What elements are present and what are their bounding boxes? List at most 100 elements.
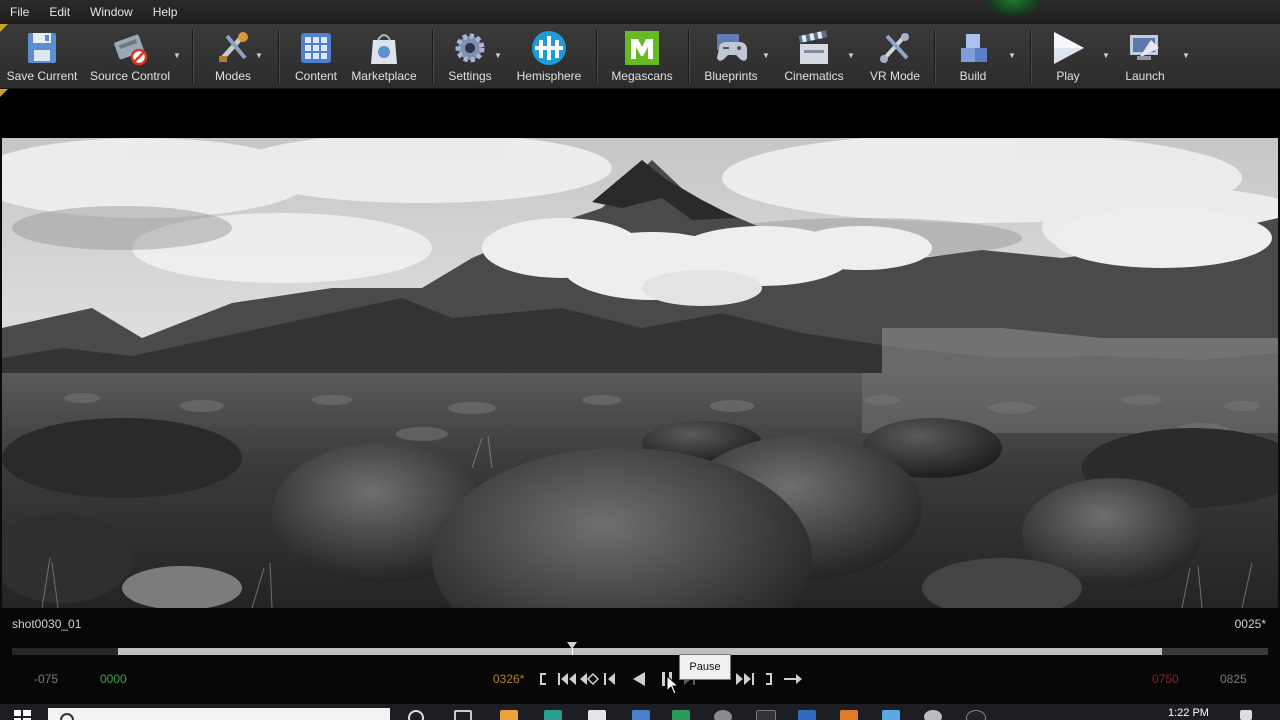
loop-mode-button[interactable] <box>782 667 804 691</box>
blueprint-gamepad-icon <box>711 28 751 68</box>
jump-to-end-button[interactable] <box>734 667 756 691</box>
windows-start-icon[interactable] <box>14 710 32 720</box>
modes-button[interactable]: Modes <box>206 24 260 88</box>
app-icon-blue[interactable] <box>632 710 650 720</box>
search-icon <box>60 713 74 720</box>
megascans-button[interactable]: Megascans <box>606 24 678 88</box>
play-reverse-icon <box>633 672 645 686</box>
cinematic-viewport[interactable] <box>2 138 1278 608</box>
menu-help[interactable]: Help <box>143 0 188 24</box>
floppy-disk-icon <box>22 28 62 68</box>
menu-window[interactable]: Window <box>80 0 143 24</box>
current-frame-label: 0025* <box>1234 617 1266 631</box>
modes-tools-icon <box>213 28 253 68</box>
hemisphere-logo-icon <box>529 28 569 68</box>
app-icon-word[interactable] <box>798 710 816 720</box>
view-start-timecode: -075 <box>34 672 59 686</box>
taskbar-search-box[interactable] <box>48 708 390 720</box>
jump-to-end-icon <box>766 673 772 685</box>
app-icon-white[interactable] <box>588 710 606 720</box>
jump-to-start-icon <box>540 673 546 685</box>
play-dropdown-icon[interactable]: ▼ <box>1102 51 1110 60</box>
vr-tools-icon <box>875 28 915 68</box>
content-button[interactable]: Content <box>290 24 342 88</box>
build-blocks-icon <box>953 28 993 68</box>
timeline-out-range <box>1162 648 1268 655</box>
toolbar-separator <box>1030 30 1032 84</box>
mouse-cursor-icon <box>666 675 680 695</box>
megascans-logo-icon <box>622 28 662 68</box>
windows-taskbar: 1:22 PM <box>0 704 1280 720</box>
build-dropdown-icon[interactable]: ▼ <box>1008 51 1016 60</box>
app-icon-circle[interactable] <box>924 710 942 720</box>
launch-dropdown-icon[interactable]: ▼ <box>1182 51 1190 60</box>
landscape-render <box>2 138 1278 608</box>
gear-icon <box>450 28 490 68</box>
build-button[interactable]: Build <box>946 24 1000 88</box>
settings-dropdown-icon[interactable]: ▼ <box>494 51 502 60</box>
main-toolbar: Save Current Source Control ▼ Modes ▼ Co… <box>0 24 1280 89</box>
work-end-timecode: 0750 <box>1152 672 1179 686</box>
menu-bar: File Edit Window Help <box>0 0 1280 24</box>
app-icon-orange[interactable] <box>840 710 858 720</box>
jump-to-start-button[interactable] <box>534 667 556 691</box>
taskbar-clock[interactable]: 1:22 PM <box>1168 707 1209 719</box>
toolbar-separator <box>278 30 280 84</box>
unreal-editor-icon[interactable] <box>756 710 776 720</box>
source-control-icon <box>110 28 150 68</box>
source-control-dropdown-icon[interactable]: ▼ <box>173 51 181 60</box>
step-to-start-button[interactable] <box>556 667 578 691</box>
settings-button[interactable]: Settings <box>442 24 498 88</box>
task-view-icon[interactable] <box>454 710 472 720</box>
sequencer-panel: shot0030_01 0025* -075 0000 0326* 0750 0… <box>0 608 1280 704</box>
save-current-button[interactable]: Save Current <box>6 24 78 88</box>
clapperboard-icon <box>794 28 834 68</box>
toolbar-separator <box>688 30 690 84</box>
loop-arrow-icon <box>784 674 802 684</box>
playhead-line <box>572 648 574 655</box>
play-icon <box>1048 28 1088 68</box>
play-reverse-button[interactable] <box>628 667 650 691</box>
corner-marker-icon <box>0 89 8 97</box>
blueprints-dropdown-icon[interactable]: ▼ <box>762 51 770 60</box>
toolbar-separator <box>934 30 936 84</box>
step-back-button[interactable] <box>600 667 622 691</box>
jump-prev-key-button[interactable] <box>578 667 600 691</box>
work-start-timecode: 0000 <box>100 672 127 686</box>
file-explorer-icon[interactable] <box>500 710 518 720</box>
toolbar-separator <box>596 30 598 84</box>
playhead-timecode[interactable]: 0326* <box>493 672 524 686</box>
playback-range <box>117 648 1163 655</box>
recording-indicator <box>985 0 1043 18</box>
cortana-icon[interactable] <box>408 710 424 720</box>
modes-dropdown-icon[interactable]: ▼ <box>255 51 263 60</box>
rewind-to-start-icon <box>558 673 576 685</box>
shot-name-label: shot0030_01 <box>12 617 82 631</box>
launch-button[interactable]: Launch <box>1118 24 1172 88</box>
play-button[interactable]: Play <box>1042 24 1094 88</box>
notification-icon[interactable] <box>1240 710 1252 720</box>
marketplace-bag-icon <box>364 28 404 68</box>
cinematics-button[interactable]: Cinematics <box>778 24 850 88</box>
app-icon-gray[interactable] <box>714 710 732 720</box>
jump-to-end-marker-button[interactable] <box>756 667 778 691</box>
cinematics-dropdown-icon[interactable]: ▼ <box>847 51 855 60</box>
menu-edit[interactable]: Edit <box>39 0 80 24</box>
app-icon-lightblue[interactable] <box>882 710 900 720</box>
hemisphere-button[interactable]: Hemisphere <box>512 24 586 88</box>
vr-mode-button[interactable]: VR Mode <box>864 24 926 88</box>
menu-file[interactable]: File <box>0 0 39 24</box>
toolbar-separator <box>192 30 194 84</box>
toolbar-separator <box>432 30 434 84</box>
content-grid-icon <box>296 28 336 68</box>
app-icon-teal[interactable] <box>544 710 562 720</box>
step-back-icon <box>604 673 615 685</box>
source-control-button[interactable]: Source Control <box>86 24 174 88</box>
app-icon-dark[interactable] <box>966 710 986 720</box>
blueprints-button[interactable]: Blueprints <box>698 24 764 88</box>
marketplace-button[interactable]: Marketplace <box>346 24 422 88</box>
view-end-timecode: 0825 <box>1220 672 1247 686</box>
app-icon-green[interactable] <box>672 710 690 720</box>
timeline-scrubber[interactable] <box>12 642 1268 655</box>
launch-monitor-icon <box>1125 28 1165 68</box>
